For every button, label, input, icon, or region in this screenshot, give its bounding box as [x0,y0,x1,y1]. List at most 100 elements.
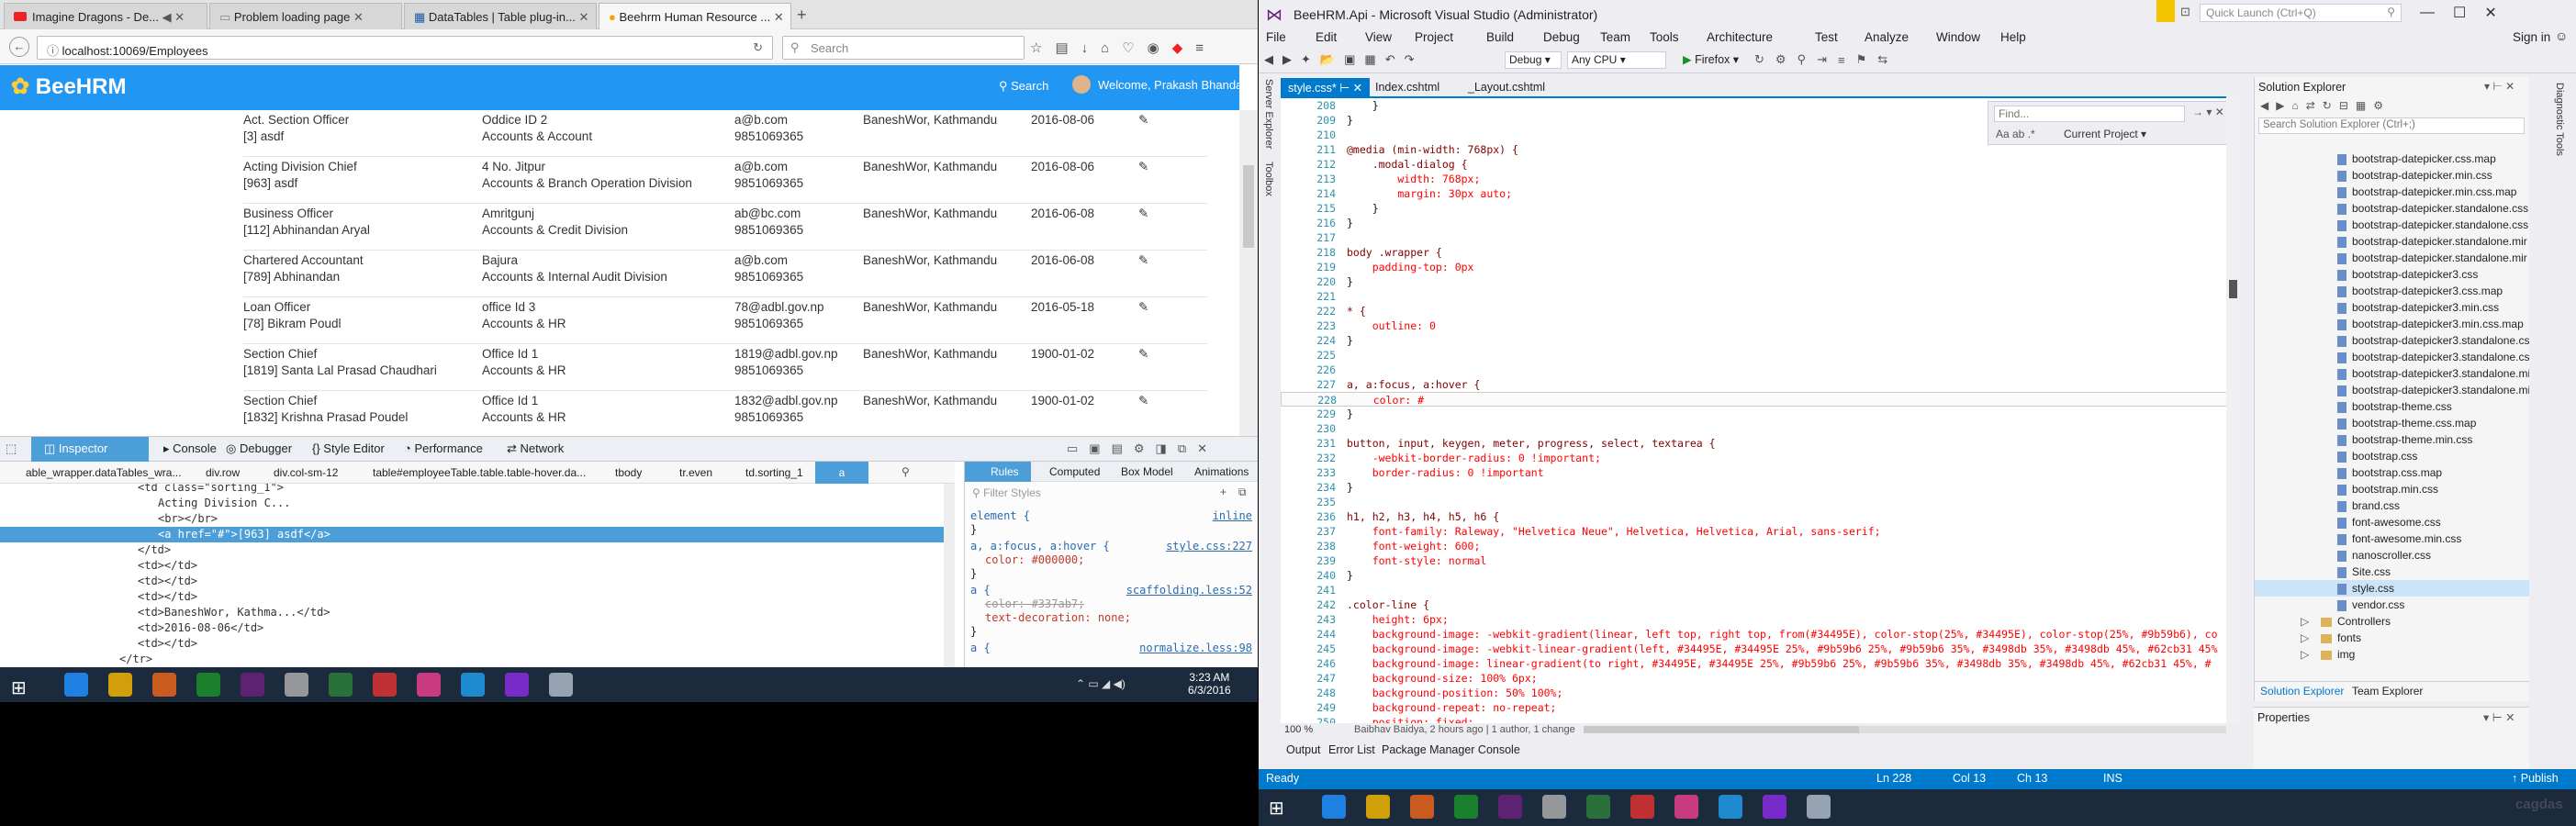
tab-output[interactable]: Output [1286,743,1321,756]
notepad-icon[interactable] [549,673,573,697]
table-row[interactable]: Section Chief [1819] Santa Lal Prasad Cha… [243,344,1207,391]
solution-file-item[interactable]: bootstrap-theme.min.css [2255,431,2529,448]
find-icon[interactable]: ⚲ [1798,52,1807,67]
firefox-icon[interactable] [1410,795,1434,819]
solution-file-item[interactable]: bootstrap.css.map [2255,464,2529,481]
media-icon[interactable] [329,673,353,697]
sign-in-link[interactable]: Sign in [2513,30,2550,44]
markup-line[interactable]: </tr> [0,652,955,667]
search-bar[interactable]: ⚲ Search [782,36,1025,60]
code-line[interactable]: 217 [1281,230,2240,245]
ie-icon[interactable] [1322,795,1346,819]
tab-error-list[interactable]: Error List [1328,743,1375,756]
rule-source[interactable]: scaffolding.less:52 [1126,584,1252,597]
home-icon[interactable]: ⌂ [1101,40,1109,56]
chrome-icon[interactable] [373,673,397,697]
chrome-icon[interactable] [1630,795,1654,819]
home-icon[interactable]: ⌂ [2291,99,2298,112]
file-explorer-icon[interactable] [1366,795,1390,819]
menu-tools[interactable]: Tools [1650,30,1679,44]
menu-debug[interactable]: Debug [1543,30,1580,44]
solution-search-input[interactable]: Search Solution Explorer (Ctrl+;) [2258,117,2525,134]
menu-edit[interactable]: Edit [1316,30,1337,44]
edit-icon[interactable]: ✎ [1138,299,1148,316]
windows-start-icon[interactable]: ⊞ [1269,797,1284,820]
code-line[interactable]: 240} [1281,568,2240,583]
solution-file-item[interactable]: bootstrap-datepicker.standalone.mir [2255,233,2529,250]
solution-file-item[interactable]: bootstrap-datepicker3.css [2255,266,2529,283]
windows-start-icon[interactable]: ⊞ [11,676,27,699]
rule-selector[interactable]: a { [970,584,991,597]
code-line[interactable]: 224} [1281,333,2240,348]
comment-icon[interactable]: ≡ [1838,53,1845,67]
code-line[interactable]: 234} [1281,480,2240,495]
crumb-active[interactable]: a [815,462,868,484]
dock-icon[interactable]: ◨ [1156,441,1167,456]
menu-analyze[interactable]: Analyze [1865,30,1909,44]
markup-line[interactable]: <td></td> [0,589,955,605]
code-line[interactable]: 228 color: # [1281,392,2240,407]
back-icon[interactable]: ◀ [2260,99,2268,112]
picker-icon[interactable]: ⬚ [6,441,17,456]
open-icon[interactable]: 📂 [1320,52,1335,67]
reading-list-icon[interactable]: ▤ [1055,39,1068,56]
new-project-icon[interactable]: ✦ [1301,52,1311,67]
solution-file-item[interactable]: bootstrap-datepicker.css.map [2255,151,2529,167]
clock[interactable]: 3:23 AM 6/3/2016 [1188,671,1231,697]
solution-file-item[interactable]: font-awesome.css [2255,514,2529,530]
markup-line[interactable]: <a href="#">[963] asdf</a> [0,527,955,542]
crumb[interactable]: div.row [206,466,240,479]
menu-view[interactable]: View [1365,30,1392,44]
url-bar[interactable]: ⓘ localhost:10069/Employees ↻ [37,36,773,60]
code-line[interactable]: 246 background-image: linear-gradient(to… [1281,656,2240,671]
tab-solution-explorer[interactable]: Solution Explorer [2260,685,2344,698]
rule-source[interactable]: inline [1213,509,1252,522]
save-icon[interactable]: ▣ [1344,52,1355,67]
code-line[interactable]: 230 [1281,421,2240,436]
solution-file-item[interactable]: bootstrap-datepicker.standalone.css [2255,200,2529,217]
tab-inspector[interactable]: ◫ Inspector [44,441,107,456]
expand-arrow-icon[interactable]: ▷ [2301,648,2312,661]
tab-package-manager[interactable]: Package Manager Console [1382,743,1520,756]
code-line[interactable]: 233 border-radius: 0 !important [1281,465,2240,480]
platform-select[interactable]: Any CPU ▾ [1567,51,1666,69]
solution-file-item[interactable]: bootstrap-datepicker.standalone.mir [2255,250,2529,266]
markup-scrollbar[interactable] [944,484,955,667]
solution-file-item[interactable]: bootstrap-datepicker3.standalone.cs [2255,349,2529,365]
table-row[interactable]: Acting Division Chief [963] asdf 4 No. Jit… [243,157,1207,204]
download-icon[interactable]: ↓ [1081,40,1089,56]
table-row[interactable]: Act. Section Officer [3] asdf Oddice ID 2 A… [243,110,1207,157]
menu-test[interactable]: Test [1815,30,1838,44]
firefox-icon[interactable] [152,673,176,697]
cell-name[interactable]: [3] asdf [243,128,284,145]
code-line[interactable]: 249 background-repeat: no-repeat; [1281,700,2240,715]
excel-icon[interactable] [196,673,220,697]
filter-flag-icon[interactable] [2156,0,2175,22]
tab-style-editor[interactable]: {} Style Editor [312,441,385,455]
chat-icon[interactable]: ◉ [1148,39,1159,56]
browser-link-icon[interactable]: ⚙ [1775,52,1786,67]
close-icon[interactable]: ✕ [2484,4,2496,22]
expand-arrow-icon[interactable]: ▷ [2301,631,2312,644]
codelens-info[interactable]: Baibhav Baidya, 2 hours ago | 1 author, … [1354,724,1575,735]
code-line[interactable]: 232 -webkit-border-radius: 0 !important; [1281,451,2240,465]
markup-line[interactable]: <td></td> [0,636,955,652]
new-tab-button[interactable]: + [797,6,807,25]
edit-icon[interactable]: ✎ [1138,112,1148,128]
code-line[interactable]: 231 button, input, keygen, meter, progres… [1281,436,2240,451]
solution-file-item[interactable]: bootstrap.min.css [2255,481,2529,497]
solution-file-item[interactable]: style.css [2255,580,2529,597]
tab-animations[interactable]: Animations [1194,465,1249,478]
browser-tab-datatables[interactable]: ▦ DataTables | Table plug-in... ✕ [404,3,597,29]
excel-icon[interactable] [1454,795,1478,819]
code-line[interactable]: 236 h1, h2, h3, h4, h5, h6 { [1281,509,2240,524]
skype-icon[interactable] [1719,795,1742,819]
code-line[interactable]: 215 } [1281,201,2240,216]
edit-icon[interactable]: ✎ [1138,252,1148,269]
code-line[interactable]: 220} [1281,274,2240,289]
solution-file-item[interactable]: bootstrap-datepicker.standalone.css [2255,217,2529,233]
tools-icon[interactable] [285,673,308,697]
rule-declaration[interactable]: color: #337ab7; [985,597,1084,610]
horizontal-scrollbar[interactable] [1584,726,2226,733]
config-select[interactable]: Debug ▾ [1505,51,1562,69]
